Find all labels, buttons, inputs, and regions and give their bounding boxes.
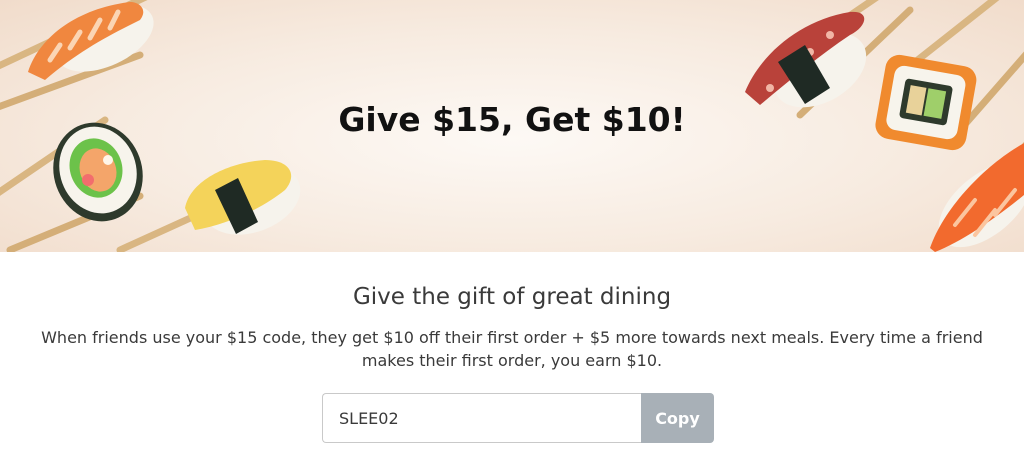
copy-button[interactable]: Copy [641,393,714,443]
hero-banner: Give $15, Get $10! [0,0,1024,252]
shrimp-nigiri-icon [0,0,154,111]
tamago-nigiri-icon [116,160,301,252]
referral-section: Give the gift of great dining When frien… [0,252,1024,463]
referral-description: When friends use your $15 code, they get… [41,328,983,370]
referral-code-input[interactable] [322,393,641,443]
referral-code-row: Copy [322,393,714,443]
section-subtitle: Give the gift of great dining [352,284,672,310]
hero-title: Give $15, Get $10! [338,100,686,139]
salmon-nigiri-icon [930,141,1024,252]
